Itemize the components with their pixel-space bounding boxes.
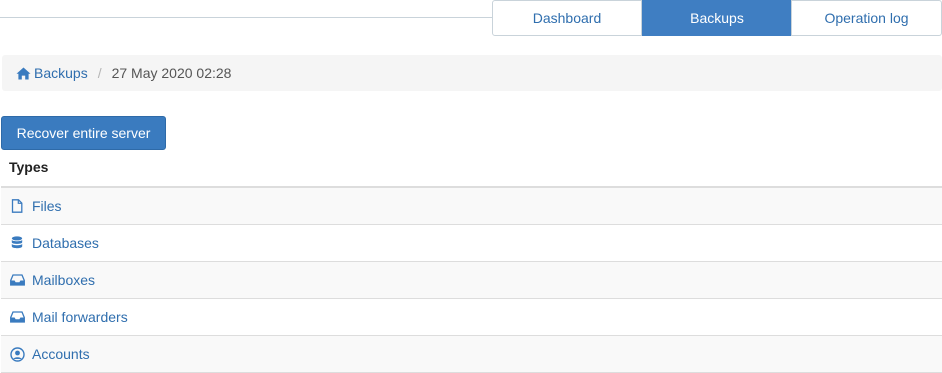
breadcrumb-root-label[interactable]: Backups: [34, 65, 88, 81]
tab-backups[interactable]: Backups: [642, 0, 792, 36]
type-label-databases[interactable]: Databases: [32, 235, 99, 251]
breadcrumb: Backups / 27 May 2020 02:28: [2, 55, 942, 91]
breadcrumb-current: 27 May 2020 02:28: [111, 65, 232, 81]
file-icon: [9, 198, 25, 214]
recover-entire-server-button[interactable]: Recover entire server: [1, 116, 166, 150]
types-heading: Types: [9, 159, 49, 175]
tabs-divider: [0, 17, 492, 18]
tab-operation-log[interactable]: Operation log: [791, 0, 942, 36]
type-row-databases[interactable]: Databases: [1, 225, 942, 262]
type-row-files[interactable]: Files: [1, 188, 942, 225]
type-row-mailboxes[interactable]: Mailboxes: [1, 262, 942, 299]
tab-dashboard[interactable]: Dashboard: [492, 0, 642, 36]
inbox-icon: [9, 309, 25, 325]
breadcrumb-backups-link[interactable]: Backups: [16, 65, 88, 81]
type-row-accounts[interactable]: Accounts: [1, 336, 942, 373]
inbox-icon: [9, 272, 25, 288]
types-list: Files Databases Mailboxes Mail forwarder…: [1, 188, 942, 373]
breadcrumb-separator: /: [97, 65, 102, 81]
user-circle-icon: [9, 346, 25, 362]
type-label-mail-forwarders[interactable]: Mail forwarders: [32, 309, 128, 325]
top-tabs: Dashboard Backups Operation log: [0, 0, 942, 36]
type-label-files[interactable]: Files: [32, 198, 62, 214]
type-label-accounts[interactable]: Accounts: [32, 346, 90, 362]
home-icon: [16, 67, 31, 79]
database-icon: [9, 235, 25, 251]
type-row-mail-forwarders[interactable]: Mail forwarders: [1, 299, 942, 336]
type-label-mailboxes[interactable]: Mailboxes: [32, 272, 95, 288]
